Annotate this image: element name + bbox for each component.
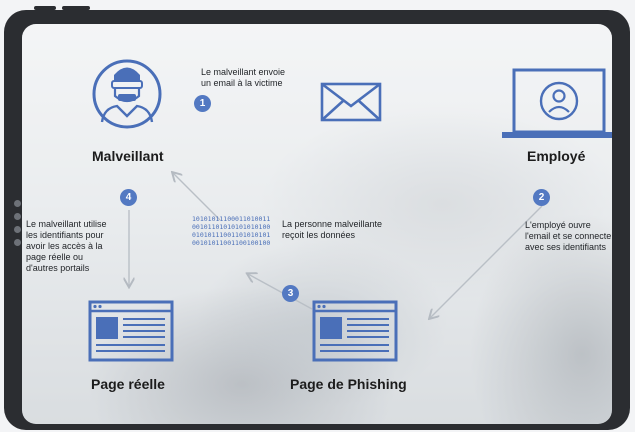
arrow-binary-to-attacker bbox=[173, 173, 221, 221]
step-badge-2: 2 bbox=[533, 189, 550, 206]
tablet-button bbox=[34, 6, 56, 10]
laptop-user-icon bbox=[502, 68, 612, 138]
step-4-text: Le malveillant utilise les identifiants … bbox=[26, 219, 107, 273]
tablet-button bbox=[62, 6, 90, 10]
browser-window-icon bbox=[312, 300, 398, 362]
node-label-phishing-page: Page de Phishing bbox=[290, 376, 407, 392]
arrow-phishing-to-binary bbox=[248, 274, 313, 310]
step-2-text: L'employé ouvre l'email et se connecte a… bbox=[525, 220, 612, 252]
tablet-side-buttons bbox=[14, 200, 21, 252]
step-badge-4: 4 bbox=[120, 189, 137, 206]
step-badge-3: 3 bbox=[282, 285, 299, 302]
browser-window-icon bbox=[88, 300, 174, 362]
node-label-employee: Employé bbox=[527, 148, 586, 164]
node-label-attacker: Malveillant bbox=[92, 148, 164, 164]
node-label-real-page: Page réelle bbox=[91, 376, 165, 392]
step-1-text: Le malveillant envoie un email à la vict… bbox=[201, 67, 286, 88]
phishing-diagram-screen: Malveillant Employé Page réelle Page de … bbox=[22, 24, 612, 424]
step-3-text: La personne malveillante reçoit les donn… bbox=[282, 219, 383, 240]
hacker-icon bbox=[92, 59, 162, 129]
binary-data-block: 10101011100011010011 0010110101010101010… bbox=[192, 215, 271, 247]
envelope-icon bbox=[320, 82, 382, 122]
step-badge-1: 1 bbox=[194, 95, 211, 112]
